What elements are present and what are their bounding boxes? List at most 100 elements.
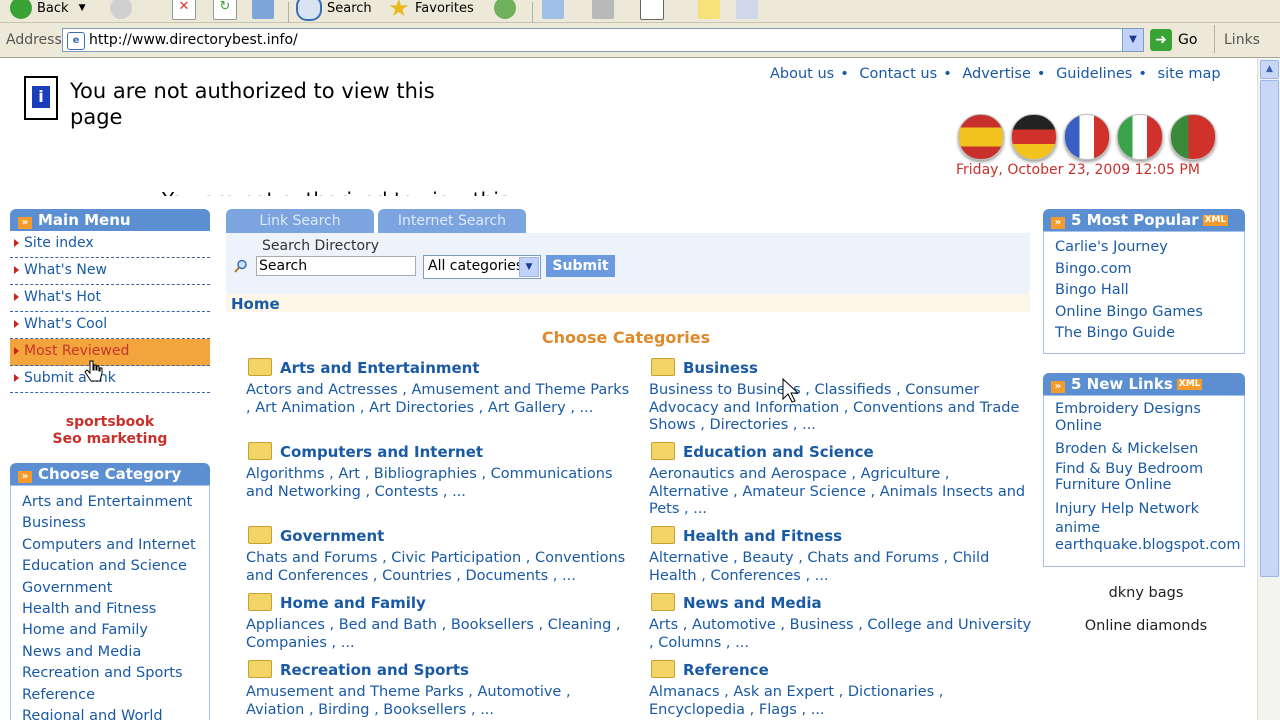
home-button[interactable]: [252, 0, 279, 20]
xml-badge-icon[interactable]: XML: [1176, 379, 1203, 390]
chevron-down-icon[interactable]: ▼: [519, 257, 539, 277]
scroll-up-icon[interactable]: ▲: [1260, 60, 1279, 79]
subcategory-links[interactable]: Business to Business , Classifieds , Con…: [649, 382, 1033, 435]
subcategory-links[interactable]: Amusement and Theme Parks , Automotive ,…: [246, 684, 630, 719]
folder-icon: [651, 526, 675, 544]
stop-button[interactable]: ✕: [172, 0, 201, 20]
category-title[interactable]: Home and Family: [246, 593, 630, 613]
tab-link-search[interactable]: Link Search: [226, 209, 374, 233]
breadcrumb-home[interactable]: Home: [231, 295, 280, 313]
menu-item-most-reviewed[interactable]: Most Reviewed: [10, 339, 210, 366]
bullet: •: [1138, 66, 1147, 82]
history-button[interactable]: [494, 0, 521, 20]
links-label[interactable]: Links: [1224, 32, 1260, 48]
search-input[interactable]: [256, 256, 416, 276]
italian-flag-icon[interactable]: [1117, 114, 1163, 160]
print-button[interactable]: [592, 0, 619, 20]
research-button[interactable]: [736, 0, 763, 20]
menu-item-submit-link[interactable]: Submit a link: [10, 366, 210, 393]
popular-link[interactable]: Bingo Hall: [1055, 280, 1234, 302]
back-dropdown-icon[interactable]: ▼: [79, 3, 86, 13]
german-flag-icon[interactable]: [1011, 114, 1057, 160]
sponsor-link-diamonds[interactable]: Online diamonds: [1043, 618, 1249, 634]
promo-sportsbook[interactable]: sportsbook: [10, 414, 210, 431]
submit-button[interactable]: Submit: [546, 255, 615, 277]
subcategory-links[interactable]: Appliances , Bed and Bath , Booksellers …: [246, 617, 630, 652]
menu-item-site-index[interactable]: Site index: [10, 231, 210, 258]
category-link[interactable]: Reference: [22, 685, 209, 706]
new-link[interactable]: anime earthquake.blogspot.com: [1055, 520, 1241, 553]
popular-link[interactable]: The Bingo Guide: [1055, 323, 1234, 345]
category-link[interactable]: News and Media: [22, 642, 209, 663]
forward-button[interactable]: [110, 0, 137, 20]
new-link[interactable]: Broden & Mickelsen: [1055, 439, 1234, 461]
popular-link[interactable]: Online Bingo Games: [1055, 302, 1234, 324]
category-link[interactable]: Recreation and Sports: [22, 663, 209, 684]
guidelines-link[interactable]: Guidelines: [1056, 66, 1132, 82]
category-title[interactable]: Government: [246, 526, 630, 546]
choose-category-box: » Choose Category Arts and Entertainment …: [10, 463, 210, 720]
contact-link[interactable]: Contact us: [859, 66, 937, 82]
category-title[interactable]: Computers and Internet: [246, 442, 630, 462]
category-link[interactable]: Government: [22, 578, 209, 599]
category-link[interactable]: Regional and World: [22, 706, 209, 720]
subcategory-links[interactable]: Algorithms , Art , Bibliographies , Comm…: [246, 466, 630, 501]
promo-links: sportsbook Seo marketing: [10, 414, 210, 448]
refresh-button[interactable]: ↻: [213, 0, 242, 20]
go-button[interactable]: ➜ Go: [1150, 29, 1197, 51]
edit-button[interactable]: [640, 0, 669, 20]
search-tabs: Link Search Internet Search: [226, 209, 530, 233]
sponsor-link-dkny[interactable]: dkny bags: [1043, 585, 1249, 601]
new-link[interactable]: Embroidery Designs Online: [1055, 401, 1234, 434]
category-block: Computers and Internet Algorithms , Art …: [246, 442, 630, 501]
search-directory-label: Search Directory: [262, 238, 380, 254]
category-link[interactable]: Health and Fitness: [22, 599, 209, 620]
tab-internet-search[interactable]: Internet Search: [378, 209, 526, 233]
category-link[interactable]: Computers and Internet: [22, 535, 209, 556]
category-title[interactable]: Reference: [649, 660, 1033, 680]
popular-link[interactable]: Bingo.com: [1055, 259, 1234, 281]
category-link[interactable]: Arts and Entertainment: [22, 492, 209, 513]
subcategory-links[interactable]: Aeronautics and Aerospace , Agriculture …: [649, 466, 1033, 519]
category-link[interactable]: Education and Science: [22, 556, 209, 577]
menu-item-whats-new[interactable]: What's New: [10, 258, 210, 285]
back-button[interactable]: Back ▼: [10, 0, 85, 20]
french-flag-icon[interactable]: [1064, 114, 1110, 160]
subcategory-links[interactable]: Arts , Automotive , Business , College a…: [649, 617, 1033, 652]
menu-item-whats-cool[interactable]: What's Cool: [10, 312, 210, 339]
scroll-thumb[interactable]: [1260, 80, 1279, 577]
search-button[interactable]: Search: [296, 0, 372, 21]
menu-item-whats-hot[interactable]: What's Hot: [10, 285, 210, 312]
category-title[interactable]: Education and Science: [649, 442, 1033, 462]
folder-icon: [248, 526, 272, 544]
address-field[interactable]: e http://www.directorybest.info/ ▼: [62, 28, 1144, 52]
mail-button[interactable]: [542, 0, 569, 20]
sitemap-link[interactable]: site map: [1158, 66, 1221, 82]
favorites-button[interactable]: ★ Favorites: [388, 0, 474, 20]
category-title[interactable]: Arts and Entertainment: [246, 358, 630, 378]
address-dropdown-icon[interactable]: ▼: [1122, 29, 1143, 51]
subcategory-links[interactable]: Actors and Actresses , Amusement and The…: [246, 382, 630, 417]
new-link[interactable]: Find & Buy Bedroom Furniture Online: [1055, 461, 1234, 494]
about-link[interactable]: About us: [770, 66, 834, 82]
portuguese-flag-icon[interactable]: [1170, 114, 1216, 160]
category-title[interactable]: News and Media: [649, 593, 1033, 613]
popular-link[interactable]: Carlie's Journey: [1055, 237, 1234, 259]
new-link[interactable]: Injury Help Network: [1055, 499, 1234, 521]
category-select[interactable]: All categories ▼: [423, 255, 541, 279]
category-title[interactable]: Recreation and Sports: [246, 660, 630, 680]
advertise-link[interactable]: Advertise: [962, 66, 1031, 82]
discuss-button[interactable]: [698, 0, 725, 20]
category-title[interactable]: Health and Fitness: [649, 526, 1033, 546]
promo-seo[interactable]: Seo marketing: [10, 431, 210, 448]
category-title[interactable]: Business: [649, 358, 1033, 378]
vertical-scrollbar[interactable]: ▲: [1257, 58, 1280, 720]
category-link[interactable]: Business: [22, 513, 209, 534]
subcategory-links[interactable]: Alternative , Beauty , Chats and Forums …: [649, 550, 1033, 585]
subcategory-links[interactable]: Chats and Forums , Civic Participation ,…: [246, 550, 630, 585]
subcategory-links[interactable]: Almanacs , Ask an Expert , Dictionaries …: [649, 684, 1033, 719]
spanish-flag-icon[interactable]: [958, 114, 1004, 160]
category-link[interactable]: Home and Family: [22, 620, 209, 641]
hand-cursor-icon: [84, 360, 103, 382]
xml-badge-icon[interactable]: XML: [1202, 215, 1229, 226]
